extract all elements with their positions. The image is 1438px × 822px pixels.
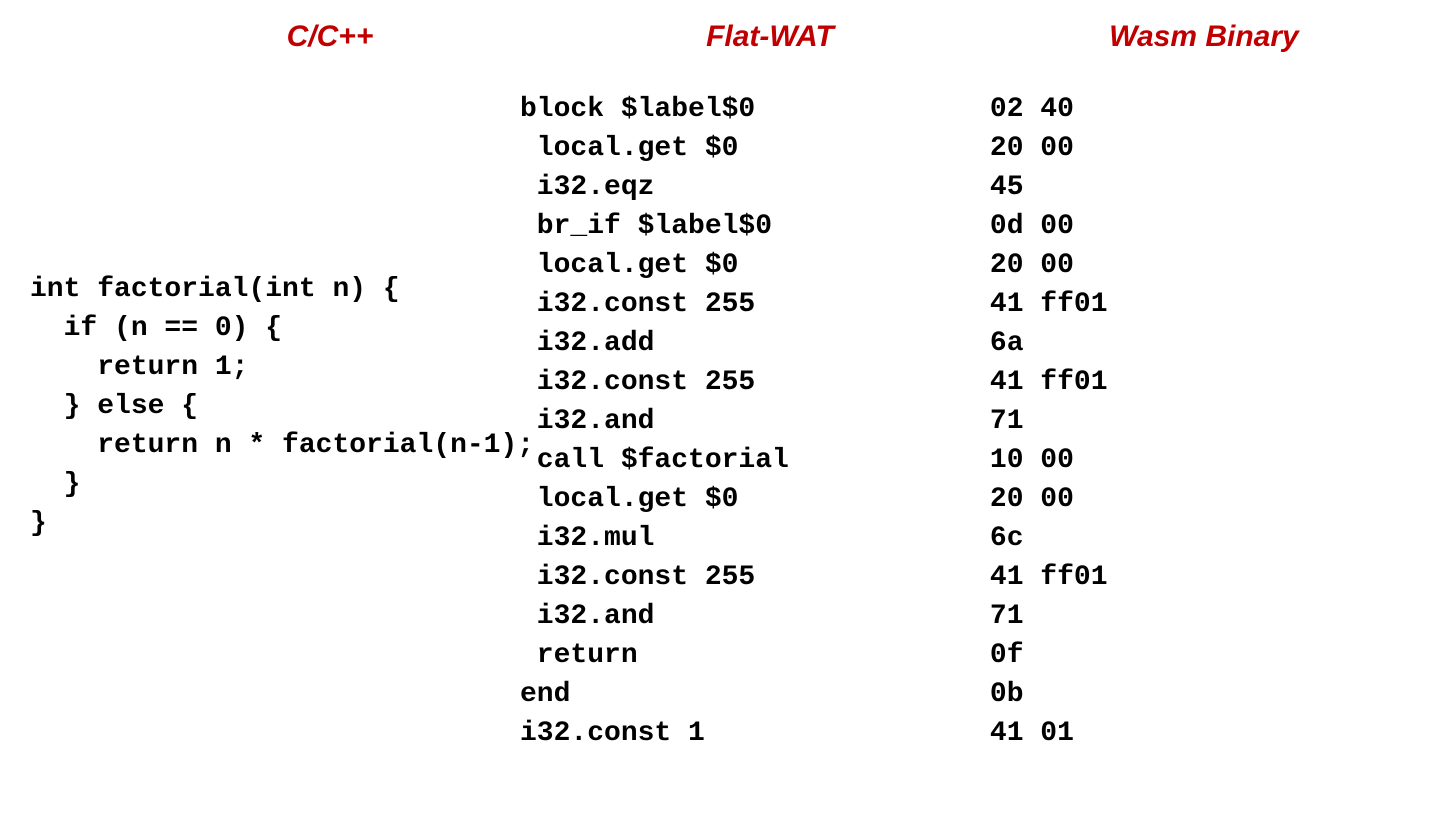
wat-code-block: block $label$0 local.get $0 i32.eqz br_i…: [520, 90, 990, 753]
bin-column: Wasm Binary 02 40 20 00 45 0d 00 20 00 4…: [990, 20, 1408, 802]
c-header: C/C++: [30, 20, 520, 60]
c-code-block: int factorial(int n) { if (n == 0) { ret…: [30, 90, 520, 543]
bin-code-block: 02 40 20 00 45 0d 00 20 00 41 ff01 6a 41…: [990, 90, 1408, 753]
bin-header: Wasm Binary: [990, 20, 1408, 60]
wat-column: Flat-WAT block $label$0 local.get $0 i32…: [520, 20, 990, 802]
wat-header: Flat-WAT: [520, 20, 990, 60]
code-comparison-figure: C/C++ int factorial(int n) { if (n == 0)…: [0, 0, 1438, 822]
c-column: C/C++ int factorial(int n) { if (n == 0)…: [30, 20, 520, 802]
